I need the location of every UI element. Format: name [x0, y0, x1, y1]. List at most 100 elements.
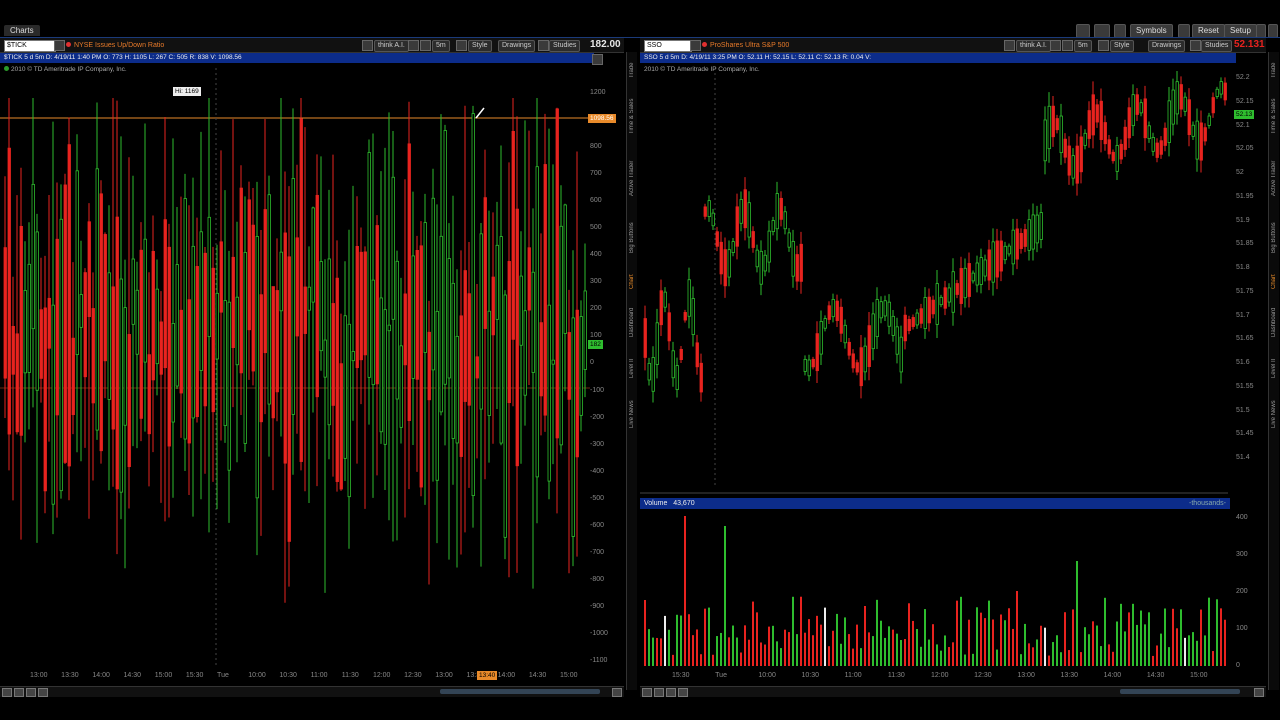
left-zoom-in-icon[interactable] — [14, 688, 24, 697]
right-cursor-icon[interactable] — [678, 688, 688, 697]
candle-body — [739, 199, 743, 224]
side-tab-trade[interactable]: Trade — [627, 56, 637, 84]
side-tab-chart[interactable]: Chart — [1269, 268, 1279, 296]
volume-bar — [812, 635, 814, 666]
candle-body — [63, 184, 67, 463]
candle-body — [883, 300, 887, 317]
left-zoom-out-icon[interactable] — [2, 688, 12, 697]
y-tick-label: 600 — [590, 197, 602, 205]
volume-bar — [1208, 597, 1210, 666]
candle-body — [255, 236, 259, 499]
y-tick-label: 51.7 — [1236, 311, 1250, 319]
candle-body — [735, 206, 739, 247]
candle-body — [231, 256, 235, 349]
candle-body — [539, 322, 543, 397]
candle-body — [251, 224, 255, 372]
side-tab-big-buttons[interactable]: Big Buttons — [1269, 212, 1279, 264]
y-tick-label: -1100 — [590, 657, 608, 664]
side-tab-time-sales[interactable]: Time & Sales — [1269, 88, 1279, 144]
window-topbar: Charts Symbols Reset Setup — [0, 0, 1280, 38]
volume-bar — [1084, 627, 1086, 666]
side-tab-time-sales[interactable]: Time & Sales — [627, 88, 637, 144]
candle-body — [351, 351, 355, 362]
candle-body — [283, 232, 287, 464]
candle-body — [335, 277, 339, 482]
side-tab-active-trader[interactable]: Active Trader — [1269, 148, 1279, 208]
volume-bar — [1164, 608, 1166, 666]
volume-bar — [680, 615, 682, 666]
volume-bar — [740, 652, 742, 666]
volume-bar — [776, 641, 778, 666]
volume-bar — [1100, 646, 1102, 666]
minimize-icon[interactable] — [1114, 24, 1126, 38]
restore-icon[interactable] — [1178, 24, 1190, 38]
side-tab-live-news[interactable]: Live News — [1269, 392, 1279, 436]
candle-body — [995, 240, 999, 278]
setup-button[interactable]: Setup — [1224, 24, 1257, 38]
volume-bar — [1060, 652, 1062, 666]
left-fit-icon[interactable] — [26, 688, 36, 697]
candle-body — [35, 231, 39, 391]
volume-bar — [696, 629, 698, 666]
left-scroll-right-icon[interactable] — [612, 688, 622, 697]
link-icon[interactable] — [1094, 24, 1110, 38]
volume-bar — [744, 625, 746, 666]
side-tab-active-trader[interactable]: Active Trader — [627, 148, 637, 208]
volume-bar — [964, 654, 966, 666]
x-tick-label: 15:30 — [185, 672, 204, 679]
volume-bar — [1168, 647, 1170, 666]
volume-bar — [976, 607, 978, 666]
x-tick-label: 11:30 — [341, 672, 359, 679]
volume-bar — [956, 600, 958, 666]
candle-body — [915, 312, 919, 326]
volume-bar — [1136, 624, 1138, 666]
volume-bar — [1184, 637, 1186, 666]
side-tab-level-ii[interactable]: Level II — [627, 348, 637, 388]
candle-body — [371, 279, 375, 386]
candle-body — [291, 178, 295, 415]
side-tab-chart[interactable]: Chart — [627, 268, 637, 296]
candle-body — [655, 322, 659, 365]
candle-body — [87, 221, 91, 318]
left-candles[interactable] — [0, 38, 624, 698]
candle-body — [899, 336, 903, 373]
candle-body — [1051, 105, 1055, 138]
right-zoom-out-icon[interactable] — [642, 688, 652, 697]
right-zoom-in-icon[interactable] — [654, 688, 664, 697]
side-tab-level-ii[interactable]: Level II — [1269, 348, 1279, 388]
volume-bar — [992, 619, 994, 666]
y-tick-label: 700 — [590, 170, 602, 178]
tab-charts[interactable]: Charts — [4, 25, 40, 36]
y-tick-label: 51.4 — [1236, 454, 1250, 461]
left-cursor-icon[interactable] — [38, 688, 48, 697]
volume-bar — [748, 639, 750, 666]
volume-bar — [704, 608, 706, 666]
close-icon[interactable] — [1268, 24, 1278, 38]
x-tick-label: 13:30 — [61, 672, 79, 679]
volume-bar — [808, 619, 810, 666]
grid-layout-icon[interactable] — [1076, 24, 1090, 38]
y-tick-label: 400 — [1236, 514, 1248, 521]
right-fit-icon[interactable] — [666, 688, 676, 697]
volume-bar — [784, 629, 786, 666]
left-scrollbar[interactable] — [440, 689, 600, 694]
sso-chart-panel: SSO ProShares Ultra S&P 500 think A.I. 5… — [640, 38, 1266, 698]
volume-bar — [1216, 599, 1218, 666]
volume-bar — [892, 629, 894, 666]
symbols-button[interactable]: Symbols — [1130, 24, 1173, 38]
right-candles[interactable] — [640, 38, 1266, 698]
right-scrollbar[interactable] — [1120, 689, 1240, 694]
right-scroll-right-icon[interactable] — [1254, 688, 1264, 697]
candle-body — [1071, 155, 1075, 179]
side-tab-live-news[interactable]: Live News — [627, 392, 637, 436]
candle-body — [887, 301, 891, 327]
volume-bar — [1120, 603, 1122, 666]
side-tab-dashboard[interactable]: Dashboard — [1269, 300, 1279, 344]
side-tab-trade[interactable]: Trade — [1269, 56, 1279, 84]
settings-icon[interactable] — [1256, 24, 1266, 38]
candle-body — [379, 297, 383, 433]
side-tab-dashboard[interactable]: Dashboard — [627, 300, 637, 344]
reset-button[interactable]: Reset — [1192, 24, 1225, 38]
side-tab-big-buttons[interactable]: Big Buttons — [627, 212, 637, 264]
candle-body — [415, 250, 419, 380]
